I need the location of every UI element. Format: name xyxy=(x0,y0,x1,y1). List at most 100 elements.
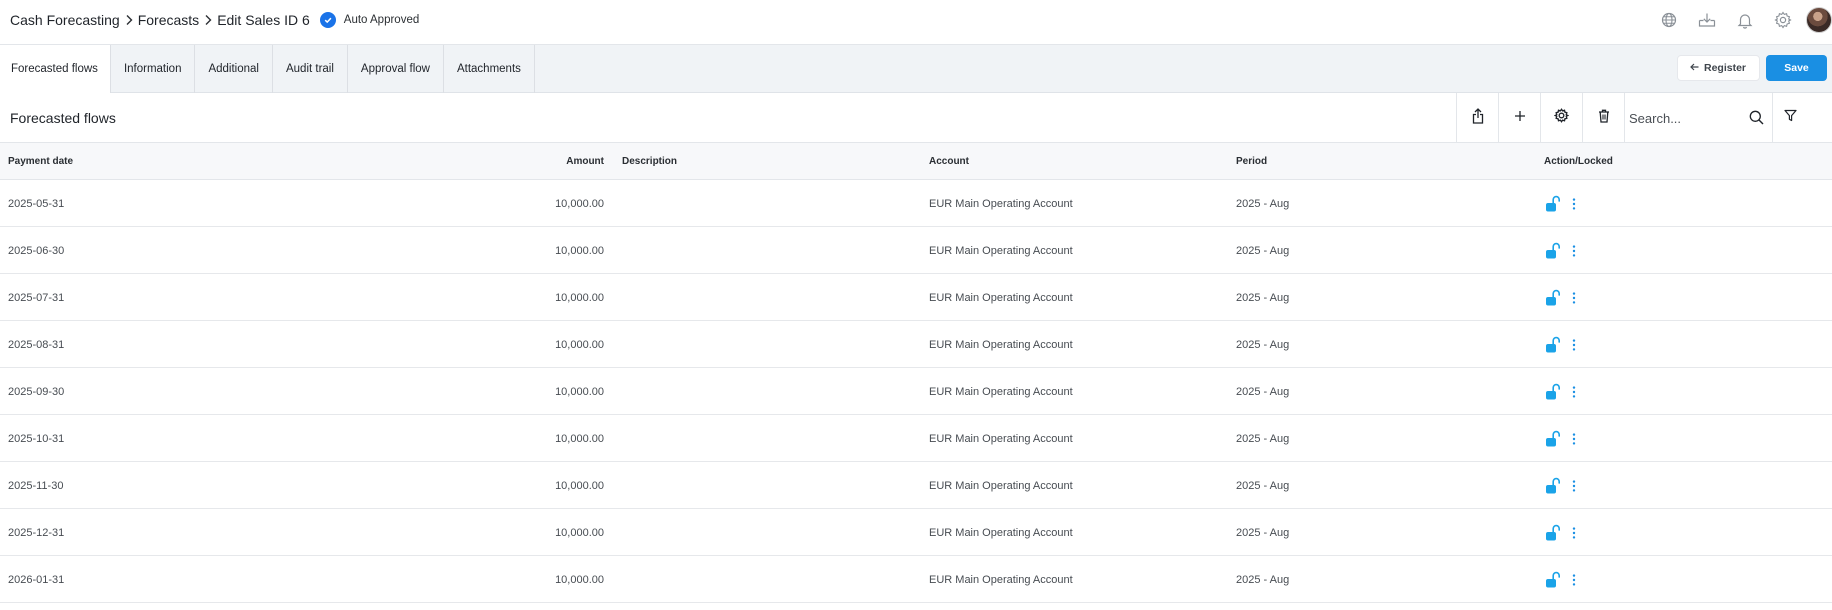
cell-account: EUR Main Operating Account xyxy=(929,479,1073,492)
add-row-button[interactable] xyxy=(1498,93,1540,143)
cell-period: 2025 - Aug xyxy=(1236,526,1290,539)
arrow-left-icon xyxy=(1690,62,1699,74)
table-tools xyxy=(1456,93,1808,143)
tab-approval-flow[interactable]: Approval flow xyxy=(348,45,444,93)
cell-period: 2025 - Aug xyxy=(1236,573,1290,586)
export-button[interactable] xyxy=(1456,93,1498,143)
tab-list: Forecasted flows Information Additional … xyxy=(0,45,535,93)
breadcrumb-forecasts[interactable]: Forecasts xyxy=(138,12,199,28)
cell-amount: 10,000.00 xyxy=(555,385,604,398)
col-header-account[interactable]: Account xyxy=(929,143,969,180)
register-button[interactable]: Register xyxy=(1676,55,1760,81)
unlock-icon[interactable] xyxy=(1544,523,1562,543)
tab-forecasted-flows[interactable]: Forecasted flows xyxy=(0,45,111,93)
cell-payment-date: 2025-09-30 xyxy=(8,385,65,398)
breadcrumb-cash-forecasting[interactable]: Cash Forecasting xyxy=(10,12,120,28)
filter-button[interactable] xyxy=(1772,93,1808,143)
cell-account: EUR Main Operating Account xyxy=(929,526,1073,539)
unlock-icon[interactable] xyxy=(1544,194,1562,214)
cell-payment-date: 2025-07-31 xyxy=(8,291,65,304)
download-tray-icon[interactable] xyxy=(1688,0,1726,40)
cell-payment-date: 2025-06-30 xyxy=(8,244,65,257)
col-header-amount[interactable]: Amount xyxy=(440,143,604,180)
tab-additional[interactable]: Additional xyxy=(195,45,273,93)
cell-period: 2025 - Aug xyxy=(1236,291,1290,304)
cell-action-locked xyxy=(1544,462,1580,509)
unlock-icon[interactable] xyxy=(1544,476,1562,496)
check-circle-icon xyxy=(319,12,336,28)
unlock-icon[interactable] xyxy=(1544,288,1562,308)
cell-amount: 10,000.00 xyxy=(555,432,604,445)
cell-account: EUR Main Operating Account xyxy=(929,197,1073,210)
cell-action-locked xyxy=(1544,227,1580,274)
col-header-period[interactable]: Period xyxy=(1236,143,1267,180)
trash-icon xyxy=(1598,109,1610,128)
search-box xyxy=(1624,93,1772,143)
search-icon[interactable] xyxy=(1749,110,1764,130)
avatar[interactable] xyxy=(1806,7,1832,33)
table-header: Payment date Amount Description Account … xyxy=(0,143,1832,180)
settings-button[interactable] xyxy=(1540,93,1582,143)
cell-account: EUR Main Operating Account xyxy=(929,244,1073,257)
search-input[interactable] xyxy=(1629,110,1739,126)
unlock-icon[interactable] xyxy=(1544,382,1562,402)
more-vertical-icon[interactable] xyxy=(1568,288,1580,308)
tab-attachments[interactable]: Attachments xyxy=(444,45,535,93)
col-header-action-locked: Action/Locked xyxy=(1544,156,1613,167)
table-row[interactable]: 2025-11-30 10,000.00 EUR Main Operating … xyxy=(0,462,1832,509)
more-vertical-icon[interactable] xyxy=(1568,429,1580,449)
cell-account: EUR Main Operating Account xyxy=(929,338,1073,351)
tab-bar: Forecasted flows Information Additional … xyxy=(0,45,1832,93)
cell-action-locked xyxy=(1544,180,1580,227)
table-row[interactable]: 2025-07-31 10,000.00 EUR Main Operating … xyxy=(0,274,1832,321)
gear-icon[interactable] xyxy=(1764,0,1802,40)
cell-amount: 10,000.00 xyxy=(555,526,604,539)
cell-amount: 10,000.00 xyxy=(555,573,604,586)
table-body: 2025-05-31 10,000.00 EUR Main Operating … xyxy=(0,180,1832,603)
more-vertical-icon[interactable] xyxy=(1568,335,1580,355)
share-icon xyxy=(1472,107,1484,129)
more-vertical-icon[interactable] xyxy=(1568,476,1580,496)
more-vertical-icon[interactable] xyxy=(1568,194,1580,214)
unlock-icon[interactable] xyxy=(1544,429,1562,449)
cell-payment-date: 2025-11-30 xyxy=(8,479,64,492)
cell-payment-date: 2026-01-31 xyxy=(8,573,65,586)
tab-information[interactable]: Information xyxy=(111,45,196,93)
table-row[interactable]: 2025-10-31 10,000.00 EUR Main Operating … xyxy=(0,415,1832,462)
status-label: Auto Approved xyxy=(343,14,420,26)
save-button[interactable]: Save xyxy=(1766,55,1827,81)
delete-button[interactable] xyxy=(1582,93,1624,143)
cell-action-locked xyxy=(1544,368,1580,415)
table-row[interactable]: 2025-05-31 10,000.00 EUR Main Operating … xyxy=(0,180,1832,227)
unlock-icon[interactable] xyxy=(1544,241,1562,261)
table-row[interactable]: 2026-01-31 10,000.00 EUR Main Operating … xyxy=(0,556,1832,603)
table-row[interactable]: 2025-12-31 10,000.00 EUR Main Operating … xyxy=(0,509,1832,556)
table-row[interactable]: 2025-08-31 10,000.00 EUR Main Operating … xyxy=(0,321,1832,368)
cell-payment-date: 2025-05-31 xyxy=(8,197,65,210)
table-row[interactable]: 2025-06-30 10,000.00 EUR Main Operating … xyxy=(0,227,1832,274)
chevron-right-icon xyxy=(199,0,217,40)
unlock-icon[interactable] xyxy=(1544,570,1562,590)
more-vertical-icon[interactable] xyxy=(1568,523,1580,543)
unlock-icon[interactable] xyxy=(1544,335,1562,355)
cell-action-locked xyxy=(1544,274,1580,321)
tab-audit-trail[interactable]: Audit trail xyxy=(273,45,348,93)
status-badge: Auto Approved xyxy=(319,12,420,28)
more-vertical-icon[interactable] xyxy=(1568,241,1580,261)
more-vertical-icon[interactable] xyxy=(1568,382,1580,402)
globe-icon[interactable] xyxy=(1650,0,1688,40)
cell-account: EUR Main Operating Account xyxy=(929,385,1073,398)
cell-account: EUR Main Operating Account xyxy=(929,432,1073,445)
cell-account: EUR Main Operating Account xyxy=(929,291,1073,304)
gear-icon xyxy=(1553,108,1570,128)
col-header-description[interactable]: Description xyxy=(622,143,677,180)
more-vertical-icon[interactable] xyxy=(1568,570,1580,590)
breadcrumb: Cash Forecasting Forecasts Edit Sales ID… xyxy=(10,0,419,40)
cell-period: 2025 - Aug xyxy=(1236,338,1290,351)
cell-payment-date: 2025-10-31 xyxy=(8,432,65,445)
cell-period: 2025 - Aug xyxy=(1236,244,1290,257)
col-header-payment-date[interactable]: Payment date xyxy=(8,143,73,180)
table-row[interactable]: 2025-09-30 10,000.00 EUR Main Operating … xyxy=(0,368,1832,415)
form-actions: Register Save xyxy=(1676,55,1827,81)
bell-icon[interactable] xyxy=(1726,0,1764,40)
